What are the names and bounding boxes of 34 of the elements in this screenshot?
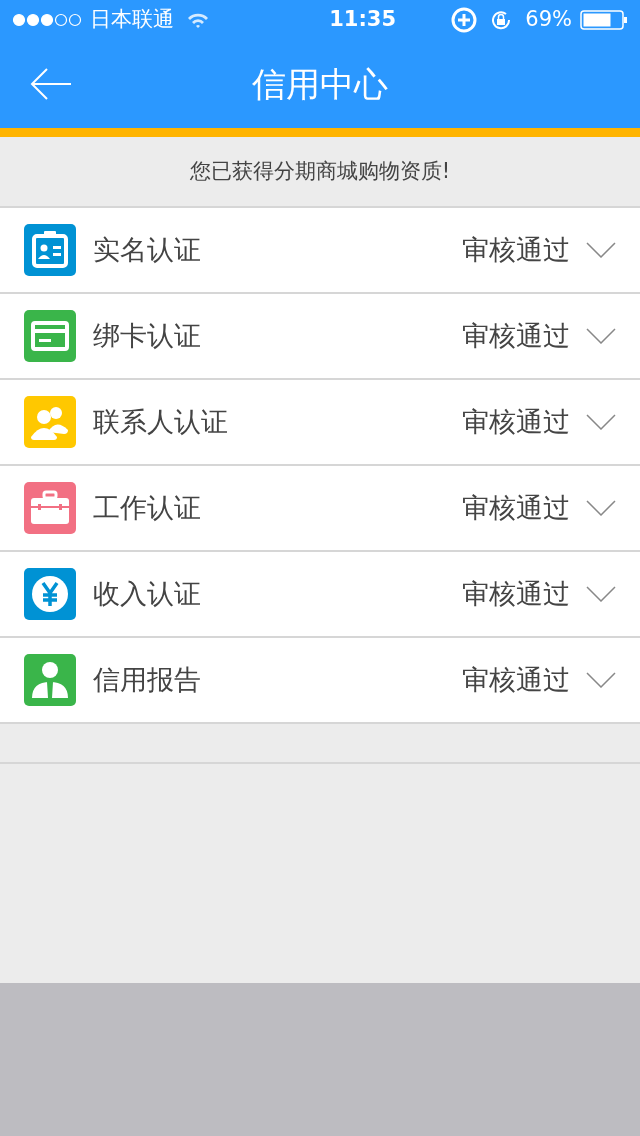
row-status: 审核通过 bbox=[462, 576, 570, 611]
row-status: 审核通过 bbox=[462, 490, 570, 525]
row-label: 绑卡认证 bbox=[93, 318, 201, 353]
row-label: 工作认证 bbox=[93, 490, 201, 525]
signal-icon bbox=[12, 13, 82, 27]
battery-icon bbox=[580, 10, 628, 30]
row-label: 联系人认证 bbox=[93, 404, 228, 439]
verification-row[interactable]: 实名认证 审核通过 bbox=[0, 208, 640, 294]
chevron-down-icon bbox=[586, 414, 616, 430]
row-status: 审核通过 bbox=[462, 318, 570, 353]
carrier-name: 日本联通 bbox=[90, 6, 174, 34]
verification-row[interactable]: 联系人认证 审核通过 bbox=[0, 380, 640, 466]
chevron-down-icon bbox=[586, 586, 616, 602]
row-status: 审核通过 bbox=[462, 404, 570, 439]
chevron-down-icon bbox=[586, 672, 616, 688]
row-status: 审核通过 bbox=[462, 662, 570, 697]
notice-bar: 您已获得分期商城购物资质! bbox=[0, 137, 640, 208]
verification-row[interactable]: 信用报告 审核通过 bbox=[0, 638, 640, 724]
wifi-icon bbox=[186, 11, 210, 29]
verification-row[interactable]: 收入认证 审核通过 bbox=[0, 552, 640, 638]
row-label: 实名认证 bbox=[93, 232, 201, 267]
row-label: 信用报告 bbox=[93, 662, 201, 697]
back-arrow-icon bbox=[30, 67, 72, 101]
status-time: 11:35 bbox=[328, 6, 397, 34]
page-title: 信用中心 bbox=[252, 62, 388, 106]
chevron-down-icon bbox=[586, 500, 616, 516]
battery-percent: 69% bbox=[525, 6, 572, 34]
sync-plus-icon bbox=[451, 7, 478, 33]
chevron-down-icon bbox=[586, 328, 616, 344]
verification-row[interactable]: 绑卡认证 审核通过 bbox=[0, 294, 640, 380]
chevron-down-icon bbox=[586, 242, 616, 258]
row-label: 收入认证 bbox=[93, 576, 201, 611]
row-status: 审核通过 bbox=[462, 232, 570, 267]
verification-row[interactable]: 工作认证 审核通过 bbox=[0, 466, 640, 552]
